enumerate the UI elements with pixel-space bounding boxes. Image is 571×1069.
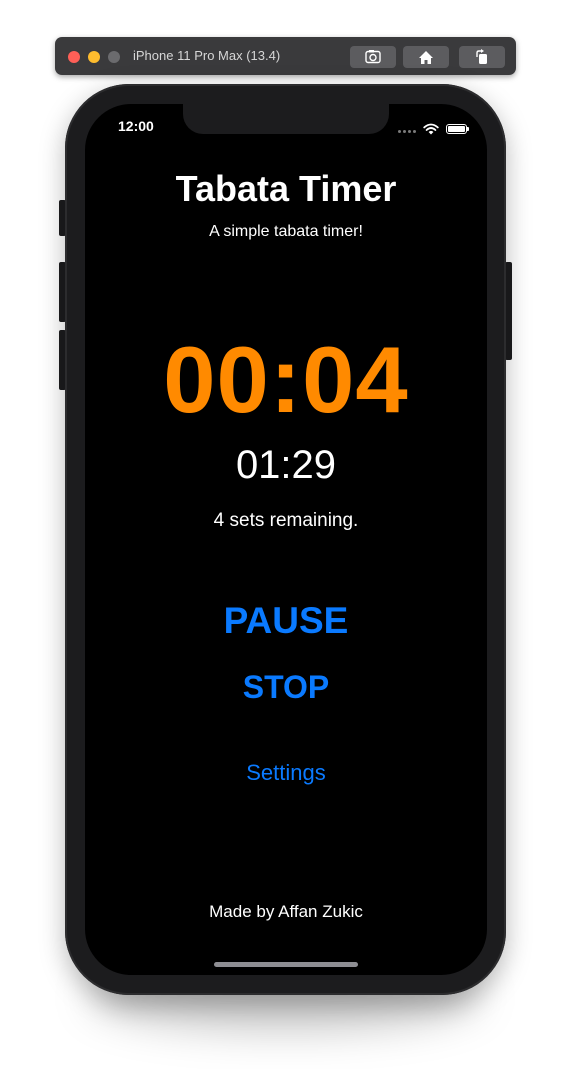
sets-remaining-label: 4 sets remaining.	[213, 510, 359, 531]
cellular-signal-icon	[396, 120, 416, 138]
simulator-title: iPhone 11 Pro Max (13.4)	[133, 48, 281, 63]
close-window-button[interactable]	[68, 51, 80, 63]
simulator-titlebar: iPhone 11 Pro Max (13.4)	[55, 37, 516, 75]
zoom-window-button[interactable]	[108, 51, 120, 63]
app-title: Tabata Timer	[175, 168, 397, 209]
credit-label: Made by Affan Zukic	[209, 902, 363, 921]
home-button[interactable]	[403, 46, 449, 68]
side-power-button[interactable]	[505, 262, 512, 360]
app-subtitle: A simple tabata timer!	[209, 223, 363, 240]
home-indicator[interactable]	[214, 962, 358, 967]
status-bar-time: 12:00	[118, 118, 154, 134]
rotate-icon	[476, 49, 487, 64]
screenshot-button[interactable]	[350, 46, 396, 68]
wifi-icon	[423, 123, 439, 135]
phone-screen: 12:00 Tabata Timer A simple tabata timer…	[85, 104, 487, 975]
minimize-window-button[interactable]	[88, 51, 100, 63]
notch	[183, 104, 389, 134]
settings-button-container: Settings	[85, 760, 487, 786]
home-icon	[419, 50, 433, 64]
status-bar-indicators	[396, 120, 469, 138]
battery-icon	[446, 124, 469, 134]
stop-button[interactable]: STOP	[243, 669, 330, 706]
interval-timer: 00:04	[163, 327, 409, 432]
pause-button[interactable]: PAUSE	[224, 600, 349, 642]
stop-button-container: STOP	[85, 669, 487, 706]
total-timer: 01:29	[235, 443, 337, 487]
screenshot-icon	[365, 50, 381, 64]
pause-button-container: PAUSE	[85, 600, 487, 642]
settings-button[interactable]: Settings	[246, 760, 326, 786]
rotate-button[interactable]	[459, 46, 505, 68]
